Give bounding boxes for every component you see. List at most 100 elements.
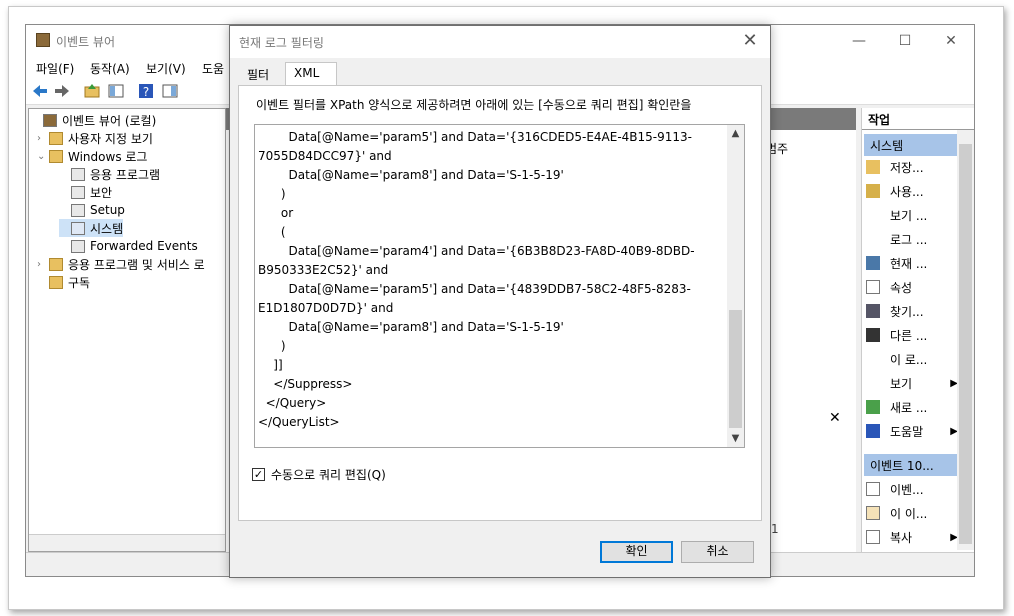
- menu-action[interactable]: 동작(A): [90, 60, 130, 77]
- details-partial-text: 1: [771, 522, 779, 536]
- up-folder-icon[interactable]: [83, 82, 101, 100]
- properties-icon: [866, 280, 880, 294]
- tab-filter[interactable]: 필터: [238, 62, 278, 84]
- maximize-button[interactable]: ☐: [890, 31, 920, 51]
- minimize-button[interactable]: —: [844, 31, 874, 51]
- xml-line: Data[@Name='param5'] and Data='{316CDED5…: [258, 130, 692, 144]
- action-attach-task[interactable]: 이 로...: [866, 348, 958, 370]
- xml-query-text[interactable]: Data[@Name='param5'] and Data='{316CDED5…: [258, 128, 723, 432]
- expand-arrow-icon[interactable]: ›: [37, 259, 49, 270]
- folder-icon: [49, 257, 63, 271]
- tree-item-system[interactable]: 시스템: [59, 219, 124, 237]
- tree-item-windows-logs[interactable]: ⌄ Windows 로그: [37, 147, 147, 165]
- scroll-up-icon[interactable]: ▲: [727, 125, 744, 142]
- action-attach-event-task[interactable]: 이 이...: [866, 502, 958, 524]
- action-help[interactable]: 도움말 ▶: [866, 420, 958, 442]
- folder-icon: [49, 131, 63, 145]
- action-label: 도움말: [890, 424, 924, 439]
- help-icon[interactable]: ?: [137, 82, 155, 100]
- tree-item-forwarded-events[interactable]: Forwarded Events: [59, 237, 198, 255]
- action-view-submenu[interactable]: 보기 ▶: [866, 372, 958, 394]
- folder-icon: [49, 149, 63, 163]
- action-label: 이벤...: [890, 482, 924, 497]
- close-button[interactable]: ✕: [936, 31, 966, 51]
- tree-item-subscriptions[interactable]: 구독: [37, 273, 90, 291]
- manual-query-edit-checkbox[interactable]: ✓: [252, 468, 265, 481]
- tree-horizontal-scrollbar[interactable]: [29, 534, 225, 551]
- actions-section-event[interactable]: 이벤트 10...: [864, 454, 958, 476]
- manual-query-edit-row[interactable]: ✓ 수동으로 쿼리 편집(Q): [252, 466, 386, 483]
- menu-help[interactable]: 도움: [202, 60, 224, 77]
- action-event-properties[interactable]: 이벤...: [866, 478, 958, 500]
- action-label: 복사: [890, 530, 913, 545]
- action-save[interactable]: 저장...: [866, 156, 958, 178]
- xml-line: </QueryList>: [258, 415, 340, 429]
- action-current-filter[interactable]: 현재 ...: [866, 252, 958, 274]
- collapse-arrow-icon[interactable]: ⌄: [37, 151, 49, 162]
- tree-item-setup[interactable]: Setup: [59, 201, 125, 219]
- tree-item-application[interactable]: 응용 프로그램: [59, 165, 160, 183]
- show-actions-icon[interactable]: [161, 82, 179, 100]
- actions-scrollbar[interactable]: [957, 130, 974, 550]
- xml-query-editor[interactable]: Data[@Name='param5'] and Data='{316CDED5…: [254, 124, 745, 448]
- scrollbar-thumb[interactable]: [959, 144, 972, 544]
- tab-xml[interactable]: XML: [285, 62, 337, 86]
- action-label: 보기 ...: [890, 208, 928, 223]
- tree-item-security[interactable]: 보안: [59, 183, 112, 201]
- tree-item-root[interactable]: 이벤트 뷰어 (로컬): [31, 111, 156, 129]
- close-details-icon[interactable]: ✕: [829, 410, 841, 426]
- tree-label: 보안: [90, 185, 113, 200]
- ok-button[interactable]: 확인: [600, 541, 673, 563]
- action-custom-view[interactable]: 사용...: [866, 180, 958, 202]
- tree-label: Windows 로그: [68, 149, 148, 164]
- action-refresh[interactable]: 새로 ...: [866, 396, 958, 418]
- tree-item-apps-services[interactable]: › 응용 프로그램 및 서비스 로: [37, 255, 205, 273]
- action-find[interactable]: 찾기...: [866, 300, 958, 322]
- blank-icon: [866, 352, 880, 366]
- back-arrow-icon[interactable]: [31, 82, 49, 100]
- scroll-down-icon[interactable]: ▼: [727, 430, 744, 447]
- tree-label: 응용 프로그램 및 서비스 로: [68, 257, 205, 272]
- tree-item-custom-views[interactable]: › 사용자 지정 보기: [37, 129, 153, 147]
- log-icon: [71, 239, 85, 253]
- xml-line: ): [258, 187, 286, 201]
- action-save-as[interactable]: 다른 ...: [866, 324, 958, 346]
- xml-instruction-text: 이벤트 필터를 XPath 양식으로 제공하려면 아래에 있는 [수동으로 쿼리…: [256, 98, 692, 112]
- xml-line: 7055D84DCC97}' and: [258, 149, 392, 163]
- dialog-titlebar: 현재 로그 필터링 ✕: [230, 26, 770, 58]
- tree-label: 시스템: [90, 221, 124, 236]
- scrollbar-thumb[interactable]: [729, 310, 742, 428]
- manual-query-edit-label[interactable]: 수동으로 쿼리 편집(Q): [271, 466, 386, 483]
- binoculars-icon: [866, 304, 880, 318]
- menu-file[interactable]: 파일(F): [36, 60, 74, 77]
- xml-line: </Query>: [258, 396, 327, 410]
- tree-label: 응용 프로그램: [90, 167, 161, 182]
- xml-line: or: [258, 206, 294, 220]
- xml-line: </Suppress>: [258, 377, 353, 391]
- action-properties[interactable]: 속성: [866, 276, 958, 298]
- event-viewer-icon: [36, 33, 50, 47]
- action-log[interactable]: 로그 ...: [866, 228, 958, 250]
- action-view[interactable]: 보기 ...: [866, 204, 958, 226]
- expand-arrow-icon[interactable]: ›: [37, 133, 49, 144]
- filter-icon: [866, 184, 880, 198]
- action-label: 이 로...: [890, 352, 928, 367]
- xml-line: Data[@Name='param4'] and Data='{6B3B8D23…: [258, 244, 695, 258]
- action-label: 사용...: [890, 184, 924, 199]
- forward-arrow-icon[interactable]: [53, 82, 71, 100]
- filter-current-log-dialog: 현재 로그 필터링 ✕ 필터 XML 이벤트 필터를 XPath 양식으로 제공…: [229, 25, 771, 578]
- log-icon: [71, 185, 85, 199]
- show-hide-tree-icon[interactable]: [107, 82, 125, 100]
- dialog-close-icon[interactable]: ✕: [738, 30, 762, 52]
- blank-icon: [866, 208, 880, 222]
- blank-icon: [866, 232, 880, 246]
- cancel-button[interactable]: 취소: [681, 541, 754, 563]
- menu-view[interactable]: 보기(V): [146, 60, 186, 77]
- main-title: 이벤트 뷰어: [56, 35, 116, 49]
- actions-section-system[interactable]: 시스템: [864, 134, 958, 156]
- dialog-title: 현재 로그 필터링: [239, 36, 324, 50]
- xml-editor-scrollbar[interactable]: ▲ ▼: [727, 125, 744, 447]
- action-label: 보기: [890, 376, 913, 391]
- action-label: 이 이...: [890, 506, 928, 521]
- action-copy[interactable]: 복사 ▶: [866, 526, 958, 548]
